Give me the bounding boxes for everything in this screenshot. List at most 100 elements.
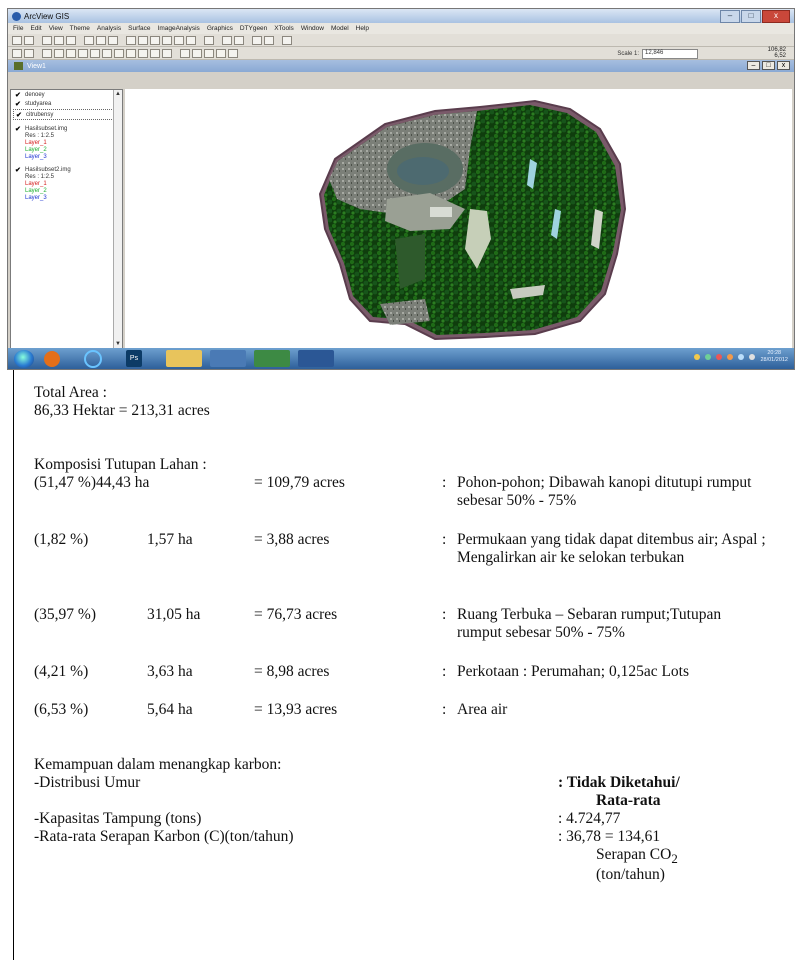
scroll-down-icon[interactable]: ▼ xyxy=(114,340,122,348)
menu-analysis[interactable]: Analysis xyxy=(97,25,121,32)
tray-icon[interactable] xyxy=(727,354,734,360)
label-tool[interactable] xyxy=(138,48,148,58)
arcview-search-icon[interactable] xyxy=(298,350,334,367)
clear-selection-button[interactable] xyxy=(222,35,232,45)
view-controls: – □ x xyxy=(747,61,790,70)
snap-tool[interactable] xyxy=(180,48,190,58)
view-maximize-button[interactable]: □ xyxy=(762,61,775,70)
zoom-in-fixed-button[interactable] xyxy=(162,35,172,45)
volume-icon[interactable] xyxy=(749,354,756,360)
find-button[interactable] xyxy=(84,35,94,45)
add-theme-button[interactable] xyxy=(24,35,34,45)
query-builder-button[interactable] xyxy=(108,35,118,45)
select-features-button[interactable] xyxy=(204,35,214,45)
system-clock[interactable]: 20:28 28/01/2012 xyxy=(760,350,788,364)
tray-icon[interactable] xyxy=(716,354,723,360)
distribusi-label: -Distribusi Umur xyxy=(34,774,141,791)
edit-legend-button[interactable] xyxy=(54,35,64,45)
layout-button[interactable] xyxy=(234,35,244,45)
zoom-selected-button[interactable] xyxy=(150,35,160,45)
toc-layer-hasilsubset[interactable]: ✔ Hasilsubset.img xyxy=(11,120,122,133)
menu-graphics[interactable]: Graphics xyxy=(207,25,233,32)
maximize-button[interactable]: □ xyxy=(741,10,761,23)
area-of-interest-tool[interactable] xyxy=(126,48,136,58)
pan-tool[interactable] xyxy=(90,48,100,58)
toc-layer-studyarea[interactable]: ✔ studyarea xyxy=(11,99,122,108)
split-tool[interactable] xyxy=(192,48,202,58)
hotlink-tool[interactable] xyxy=(114,48,124,58)
menu-file[interactable]: File xyxy=(13,25,23,32)
toc-layer-hasilsubset2[interactable]: ✔ Hasilsubset2.img xyxy=(11,161,122,174)
pointer-tool[interactable] xyxy=(24,48,34,58)
zoom-previous-button[interactable] xyxy=(186,35,196,45)
serapan-value: : 36,78 = 134,61 xyxy=(558,828,661,845)
excel-icon[interactable] xyxy=(254,350,290,367)
map-canvas[interactable] xyxy=(125,89,792,349)
minimize-button[interactable]: – xyxy=(720,10,740,23)
row-1-acres: = 109,79 acres xyxy=(254,474,345,491)
text-tool[interactable] xyxy=(150,48,160,58)
close-button[interactable]: x xyxy=(762,10,790,23)
row-2-colon: : xyxy=(442,531,447,548)
layer-visibility-checkbox[interactable]: ✔ xyxy=(15,92,22,99)
image-tool-2[interactable] xyxy=(216,48,226,58)
layer-name: Hasilsubset.img xyxy=(25,126,68,132)
view-minimize-button[interactable]: – xyxy=(747,61,760,70)
theme-properties-button[interactable] xyxy=(42,35,52,45)
menu-theme[interactable]: Theme xyxy=(70,25,90,32)
layer-visibility-checkbox[interactable]: ✔ xyxy=(15,101,22,108)
menu-window[interactable]: Window xyxy=(301,25,324,32)
locate-button[interactable] xyxy=(96,35,106,45)
statistics-button[interactable] xyxy=(252,35,262,45)
tray-icon[interactable] xyxy=(694,354,701,360)
toc-layer-citrubensy[interactable]: ✔ citrubensy xyxy=(13,109,120,120)
zoom-in-tool[interactable] xyxy=(66,48,76,58)
toc-layer-denoey[interactable]: ✔ denoey xyxy=(11,90,122,99)
image-tool-1[interactable] xyxy=(204,48,214,58)
internet-explorer-icon[interactable] xyxy=(84,349,102,368)
identify-tool[interactable] xyxy=(12,48,22,58)
menu-dtygeen[interactable]: DTYgeen xyxy=(240,25,267,32)
menu-surface[interactable]: Surface xyxy=(128,25,150,32)
tray-icon[interactable] xyxy=(705,354,712,360)
coordinate-readout: 106,82 6,52 xyxy=(768,47,786,59)
scroll-up-icon[interactable]: ▲ xyxy=(114,90,122,98)
zoom-full-extent-button[interactable] xyxy=(126,35,136,45)
menu-model[interactable]: Model xyxy=(331,25,349,32)
layer-visibility-checkbox[interactable]: ✔ xyxy=(15,167,22,174)
serapan-co2: Serapan CO2 xyxy=(596,846,678,868)
folder-icon[interactable] xyxy=(166,350,202,367)
menu-view[interactable]: View xyxy=(49,25,63,32)
word-document-icon[interactable] xyxy=(210,350,246,367)
open-table-button[interactable] xyxy=(66,35,76,45)
draw-tool[interactable] xyxy=(162,48,172,58)
scale-label: Scale 1: xyxy=(617,51,639,57)
toc-scrollbar[interactable]: ▲ ▼ xyxy=(113,90,122,348)
row-4-pct: (4,21 %) xyxy=(34,663,89,680)
save-project-button[interactable] xyxy=(12,35,22,45)
media-player-icon[interactable] xyxy=(44,350,60,367)
chart-button[interactable] xyxy=(264,35,274,45)
zoom-out-fixed-button[interactable] xyxy=(174,35,184,45)
layer-visibility-checkbox[interactable]: ✔ xyxy=(16,112,23,119)
image-tool-3[interactable] xyxy=(228,48,238,58)
measure-tool[interactable] xyxy=(102,48,112,58)
select-feature-tool[interactable] xyxy=(54,48,64,58)
row-4-desc: Perkotaan : Perumahan; 0,125ac Lots xyxy=(457,663,690,680)
row-3-pct: (35,97 %) xyxy=(34,606,96,623)
vertex-edit-tool[interactable] xyxy=(42,48,52,58)
scale-input[interactable]: 12,846 xyxy=(642,49,698,59)
menu-imageanalysis[interactable]: ImageAnalysis xyxy=(158,25,200,32)
view-close-button[interactable]: x xyxy=(777,61,790,70)
menu-edit[interactable]: Edit xyxy=(30,25,41,32)
serapan-label: -Rata-rata Serapan Karbon (C)(ton/tahun) xyxy=(34,828,294,845)
start-button-icon[interactable] xyxy=(14,349,34,368)
zoom-active-button[interactable] xyxy=(138,35,148,45)
menu-help[interactable]: Help xyxy=(356,25,369,32)
network-icon[interactable] xyxy=(738,354,745,360)
layer-visibility-checkbox[interactable]: ✔ xyxy=(15,126,22,133)
menu-xtools[interactable]: XTools xyxy=(274,25,294,32)
photoshop-icon[interactable]: Ps xyxy=(126,350,142,367)
zoom-out-tool[interactable] xyxy=(78,48,88,58)
help-button[interactable] xyxy=(282,35,292,45)
